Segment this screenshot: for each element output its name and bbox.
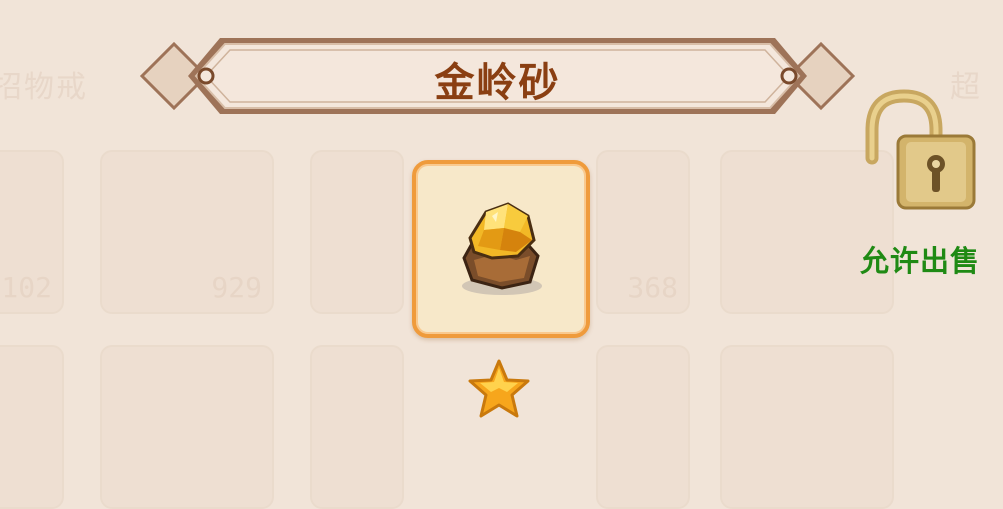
unlocked-padlock-icon <box>865 89 976 210</box>
star-icon <box>468 359 530 418</box>
background-slot <box>100 345 274 509</box>
item-icon-card <box>412 160 590 338</box>
background-slot: 929 <box>100 150 274 314</box>
background-slot-count: 368 <box>627 271 678 304</box>
background-slot: 102 <box>0 150 64 314</box>
background-slot <box>0 345 64 509</box>
background-slot-count: 929 <box>211 271 262 304</box>
gold-ore-icon <box>462 202 542 295</box>
item-title: 金岭砂 <box>434 60 561 106</box>
background-left-label: 招物戒 <box>0 70 88 105</box>
background-slot-count: 102 <box>1 271 52 304</box>
background-slot <box>720 345 894 509</box>
background-slot <box>596 345 690 509</box>
item-title-banner: 金岭砂 <box>139 30 856 122</box>
background-slot <box>310 345 404 509</box>
sell-permission-label: 允许出售 <box>860 244 981 278</box>
background-slot <box>310 150 404 314</box>
background-slot: 368 <box>596 150 690 314</box>
